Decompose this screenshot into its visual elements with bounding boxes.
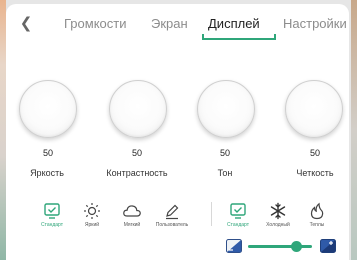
brightness-label: Яркость	[30, 168, 64, 178]
contrast-knob[interactable]	[109, 80, 167, 138]
display-settings-panel: ❮ Громкости Экран Дисплей Настройки 50 5…	[6, 4, 349, 260]
cloud-icon	[123, 205, 141, 217]
snowflake-icon	[270, 202, 286, 220]
contrast-label: Контрастность	[106, 168, 168, 178]
sun-icon	[84, 203, 100, 219]
tab-bar: ❮ Громкости Экран Дисплей Настройки	[6, 4, 349, 44]
brightness-value: 50	[42, 148, 53, 158]
temp-cool-button[interactable]: Холодный	[256, 202, 300, 234]
mode-soft-button[interactable]: Мягкий	[110, 202, 154, 234]
blue-light-slider[interactable]	[226, 238, 336, 256]
pen-icon	[166, 204, 179, 220]
mode-user-label: Пользователь	[155, 222, 189, 228]
brightness-knob[interactable]	[19, 80, 77, 138]
contrast-value: 50	[131, 148, 142, 158]
sharpness-knob[interactable]	[285, 80, 343, 138]
flame-icon	[310, 202, 324, 220]
mode-vivid-button[interactable]: Яркий	[70, 202, 114, 234]
eye-care-high-icon	[320, 239, 336, 253]
tab-display[interactable]: Дисплей	[208, 14, 260, 34]
tab-active-indicator	[202, 34, 276, 40]
mode-standard-button[interactable]: Стандарт	[30, 202, 74, 234]
temp-standard-button[interactable]: Стандарт	[216, 202, 260, 234]
check-monitor-icon	[230, 203, 246, 219]
background-edge-right	[351, 0, 357, 260]
temp-warm-button[interactable]: Теплы	[295, 202, 339, 234]
blue-light-slider-track[interactable]	[248, 245, 312, 248]
tone-value: 50	[219, 148, 230, 158]
tab-volume[interactable]: Громкости	[64, 14, 127, 34]
check-monitor-icon	[44, 203, 60, 219]
sharpness-value: 50	[309, 148, 320, 158]
blue-light-slider-thumb[interactable]	[290, 241, 302, 252]
mode-user-button[interactable]: Пользователь	[150, 202, 194, 234]
temp-warm-label: Теплы	[309, 222, 325, 228]
tone-knob[interactable]	[197, 80, 255, 138]
tab-screen[interactable]: Экран	[151, 14, 188, 34]
chevron-left-icon[interactable]: ❮	[18, 14, 34, 34]
tone-label: Тон	[217, 168, 233, 178]
tab-settings[interactable]: Настройки	[283, 14, 347, 34]
sharpness-label: Четкость	[296, 168, 334, 178]
eye-care-low-icon	[226, 239, 242, 253]
